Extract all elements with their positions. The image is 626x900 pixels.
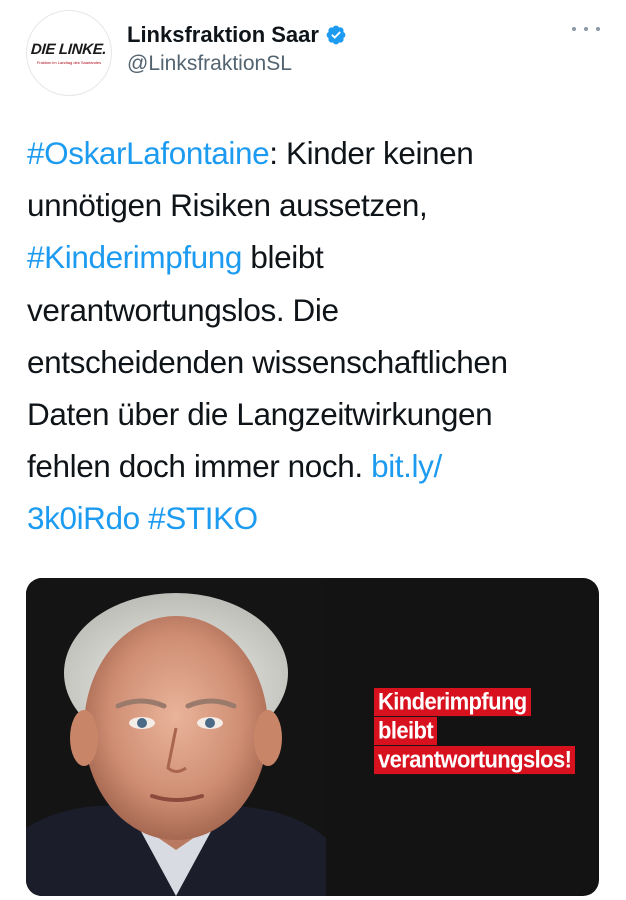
- tweet-text-fragment: unnötigen Risiken aussetzen,: [27, 187, 428, 224]
- author-name-row: Linksfraktion Saar: [127, 22, 347, 48]
- tweet-text-line: unnötigen Risiken aussetzen,: [27, 179, 602, 231]
- caption-line: verantwortungslos!: [374, 746, 576, 775]
- tweet-text-fragment: : Kinder keinen: [269, 135, 474, 171]
- tweet-text-line: #Kinderimpfung bleibt: [27, 231, 602, 283]
- tweet-text-fragment: entscheidenden wissenschaftlichen: [27, 343, 508, 380]
- hashtag-link[interactable]: #STIKO: [148, 500, 258, 536]
- author-handle[interactable]: @LinksfraktionSL: [127, 52, 292, 76]
- tweet-text-line: verantwortungslos. Die: [27, 284, 602, 336]
- tweet-card: DIE LINKE. Fraktion im Landtag des Saarl…: [0, 0, 626, 900]
- tweet-text-line: entscheidenden wissenschaftlichen: [27, 336, 602, 388]
- verified-badge-icon: [325, 24, 347, 46]
- tweet-text-line: 3k0iRdo #STIKO: [27, 492, 602, 544]
- tweet-link[interactable]: bit.ly/: [371, 448, 442, 484]
- avatar-subtitle: Fraktion im Landtag des Saarlandes: [36, 60, 102, 65]
- caption-line: Kinderimpfung: [374, 688, 531, 717]
- caption-line: bleibt: [374, 717, 438, 746]
- media-caption: Kinderimpfung bleibt verantwortungslos!: [374, 688, 576, 775]
- tweet-text-fragment: Daten über die Langzeitwirkungen: [27, 396, 493, 433]
- tweet-text-fragment: verantwortungslos. Die: [27, 291, 339, 328]
- avatar[interactable]: DIE LINKE. Fraktion im Landtag des Saarl…: [26, 10, 112, 96]
- author-display-name[interactable]: Linksfraktion Saar: [127, 22, 319, 48]
- tweet-text-line: #OskarLafontaine: Kinder keinen: [27, 127, 602, 179]
- hashtag-link[interactable]: #Kinderimpfung: [27, 239, 242, 275]
- tweet-text-fragment: fehlen doch immer noch.: [27, 448, 372, 485]
- avatar-brand-logo: DIE LINKE.: [30, 41, 108, 58]
- portrait-photo: [26, 578, 326, 896]
- tweet-text-line: fehlen doch immer noch. bit.ly/: [27, 440, 602, 492]
- tweet-text-fragment: bleibt: [242, 239, 324, 276]
- tweet-media[interactable]: Kinderimpfung bleibt verantwortungslos!: [26, 578, 599, 896]
- tweet-link[interactable]: 3k0iRdo: [27, 500, 140, 536]
- more-options-icon[interactable]: [572, 22, 600, 36]
- tweet-text-line: Daten über die Langzeitwirkungen: [27, 388, 602, 440]
- tweet-text: #OskarLafontaine: Kinder keinen unnötigen…: [27, 127, 602, 545]
- tweet-text-fragment: [140, 500, 148, 536]
- hashtag-link[interactable]: #OskarLafontaine: [27, 135, 270, 171]
